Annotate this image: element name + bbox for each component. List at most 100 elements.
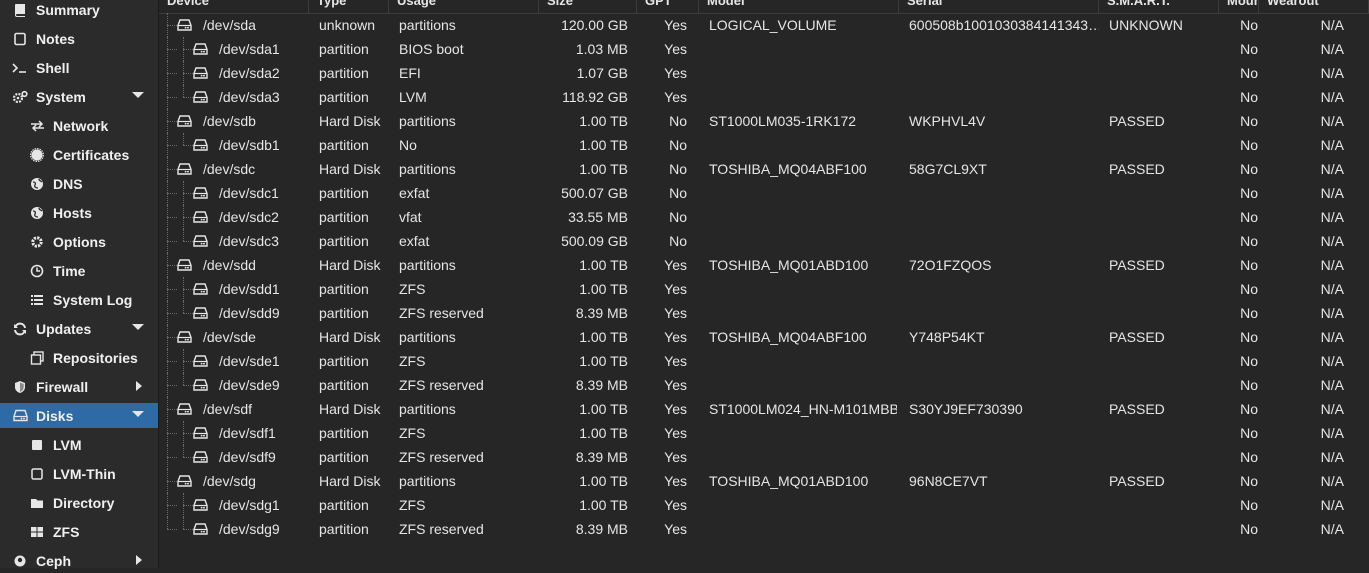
table-row[interactable]: /dev/sdc3 partition exfat 500.09 GB No No N/A — [159, 229, 1369, 253]
mounted-cell: No — [1240, 233, 1258, 249]
sidebar-item-summary[interactable]: Summary — [0, 0, 158, 22]
table-row[interactable]: /dev/sdd Hard Disk partitions 1.00 TB Yes TOS… — [159, 253, 1369, 277]
column-header-model[interactable]: Model — [699, 0, 899, 13]
table-row[interactable]: /dev/sdc1 partition exfat 500.07 GB No No N/A — [159, 181, 1369, 205]
sidebar-item-lvm-thin[interactable]: LVM-Thin — [0, 461, 158, 486]
sidebar-item-notes[interactable]: Notes — [0, 26, 158, 51]
model-cell — [709, 37, 897, 61]
table-row[interactable]: /dev/sdd1 partition ZFS 1.00 TB Yes No N/A — [159, 277, 1369, 301]
serial-cell — [909, 373, 1099, 397]
table-row[interactable]: /dev/sdc Hard Disk partitions 1.00 TB No TOSH… — [159, 157, 1369, 181]
mounted-cell: No — [1240, 185, 1258, 201]
device-cell: /dev/sda3 — [193, 85, 309, 109]
sidebar-item-ceph[interactable]: Ceph — [0, 548, 158, 573]
smart-cell — [1109, 517, 1217, 541]
table-row[interactable]: /dev/sdg Hard Disk partitions 1.00 TB Yes TOS… — [159, 469, 1369, 493]
usage-cell: ZFS — [399, 353, 426, 369]
table-row[interactable]: /dev/sde Hard Disk partitions 1.00 TB Yes TOS… — [159, 325, 1369, 349]
table-row[interactable]: /dev/sdc2 partition vfat 33.55 MB No No N/A — [159, 205, 1369, 229]
smart-cell — [1109, 493, 1217, 517]
table-row[interactable]: /dev/sdb Hard Disk partitions 1.00 TB No ST10… — [159, 109, 1369, 133]
sidebar-item-firewall[interactable]: Firewall — [0, 374, 158, 399]
column-header-s-m-a-r-t-[interactable]: S.M.A.R.T. — [1099, 0, 1219, 13]
sidebar-item-certificates[interactable]: Certificates — [0, 142, 158, 167]
column-header-usage[interactable]: Usage — [389, 0, 539, 13]
wearout-cell: N/A — [1320, 233, 1344, 249]
tree-connector — [183, 73, 193, 74]
smart-cell: PASSED — [1109, 329, 1165, 345]
size-cell: 118.92 GB — [562, 89, 628, 105]
tree-connector — [167, 409, 177, 410]
chevron-down-icon[interactable] — [132, 92, 144, 98]
sidebar-item-dns[interactable]: DNS — [0, 171, 158, 196]
table-row[interactable]: /dev/sda2 partition EFI 1.07 GB Yes No N/A — [159, 61, 1369, 85]
model-cell — [709, 277, 897, 301]
chevron-right-icon[interactable] — [136, 555, 142, 565]
hard-disk-icon — [177, 331, 192, 343]
shield-icon — [12, 379, 28, 395]
serial-cell: 96N8CE7VT — [909, 473, 988, 489]
smart-cell — [1109, 349, 1217, 373]
hard-disk-icon — [193, 379, 208, 391]
column-header-serial[interactable]: Serial — [899, 0, 1099, 13]
hard-disk-icon — [193, 427, 208, 439]
wearout-cell: N/A — [1320, 377, 1344, 393]
column-header-size[interactable]: Size — [539, 0, 637, 13]
model-cell — [709, 301, 897, 325]
table-row[interactable]: /dev/sda unknown partitions 120.00 GB Yes LOG… — [159, 13, 1369, 37]
column-header-device[interactable]: Device — [159, 0, 309, 13]
sidebar-item-updates[interactable]: Updates — [0, 316, 158, 341]
table-row[interactable]: /dev/sdg1 partition ZFS 1.00 TB Yes No N/A — [159, 493, 1369, 517]
sidebar-item-options[interactable]: Options — [0, 229, 158, 254]
table-row[interactable]: /dev/sdf1 partition ZFS 1.00 TB Yes No N/A — [159, 421, 1369, 445]
serial-cell — [909, 85, 1099, 109]
table-row[interactable]: /dev/sdf9 partition ZFS reserved 8.39 MB Yes… — [159, 445, 1369, 469]
usage-cell: partitions — [399, 257, 456, 273]
sidebar-item-hosts[interactable]: Hosts — [0, 200, 158, 225]
sidebar-item-directory[interactable]: Directory — [0, 490, 158, 515]
column-header-mounted[interactable]: Mounted — [1219, 0, 1259, 13]
type-cell: partition — [319, 353, 369, 369]
mounted-cell: No — [1240, 161, 1258, 177]
cogs-icon — [12, 89, 28, 105]
sidebar-item-shell[interactable]: Shell — [0, 55, 158, 80]
size-cell: 1.07 GB — [576, 65, 628, 81]
table-row[interactable]: /dev/sdf Hard Disk partitions 1.00 TB Yes ST1… — [159, 397, 1369, 421]
sidebar-item-system-log[interactable]: System Log — [0, 287, 158, 312]
sidebar-item-disks[interactable]: Disks — [0, 403, 158, 428]
column-header-wearout[interactable]: Wearout — [1259, 0, 1369, 13]
table-row[interactable]: /dev/sda1 partition BIOS boot 1.03 MB Yes No N… — [159, 37, 1369, 61]
sidebar-item-system[interactable]: System — [0, 84, 158, 109]
chevron-right-icon[interactable] — [136, 381, 142, 391]
table-row[interactable]: /dev/sda3 partition LVM 118.92 GB Yes No N/A — [159, 85, 1369, 109]
terminal-icon — [12, 60, 28, 76]
column-header-type[interactable]: Type — [309, 0, 389, 13]
usage-cell: exfat — [399, 185, 430, 201]
sidebar-item-zfs[interactable]: ZFS — [0, 519, 158, 544]
device-cell: /dev/sdc1 — [193, 181, 309, 205]
model-cell — [709, 373, 897, 397]
serial-cell: 58G7CL9XT — [909, 161, 987, 177]
table-row[interactable]: /dev/sdg9 partition ZFS reserved 8.39 MB Yes… — [159, 517, 1369, 541]
table-row[interactable]: /dev/sdd9 partition ZFS reserved 8.39 MB Yes… — [159, 301, 1369, 325]
sidebar-item-repositories[interactable]: Repositories — [0, 345, 158, 370]
chevron-down-icon[interactable] — [132, 411, 144, 417]
wearout-cell: N/A — [1320, 185, 1344, 201]
tree-connector — [167, 265, 177, 266]
sidebar-item-lvm[interactable]: LVM — [0, 432, 158, 457]
table-row[interactable]: /dev/sdb1 partition No 1.00 TB No No N/A — [159, 133, 1369, 157]
sidebar-item-label: Hosts — [53, 204, 92, 221]
hard-disk-icon — [193, 211, 208, 223]
column-header-gpt[interactable]: GPT — [637, 0, 699, 13]
model-cell — [709, 493, 897, 517]
chevron-down-icon[interactable] — [132, 324, 144, 330]
gpt-cell: Yes — [664, 473, 687, 489]
size-cell: 33.55 MB — [568, 209, 628, 225]
table-row[interactable]: /dev/sde9 partition ZFS reserved 8.39 MB Yes… — [159, 373, 1369, 397]
table-row[interactable]: /dev/sde1 partition ZFS 1.00 TB Yes No N/A — [159, 349, 1369, 373]
device-name: /dev/sda2 — [219, 65, 280, 81]
sidebar-item-network[interactable]: Network — [0, 113, 158, 138]
sidebar-item-time[interactable]: Time — [0, 258, 158, 283]
wearout-cell: N/A — [1320, 425, 1344, 441]
type-cell: partition — [319, 425, 369, 441]
